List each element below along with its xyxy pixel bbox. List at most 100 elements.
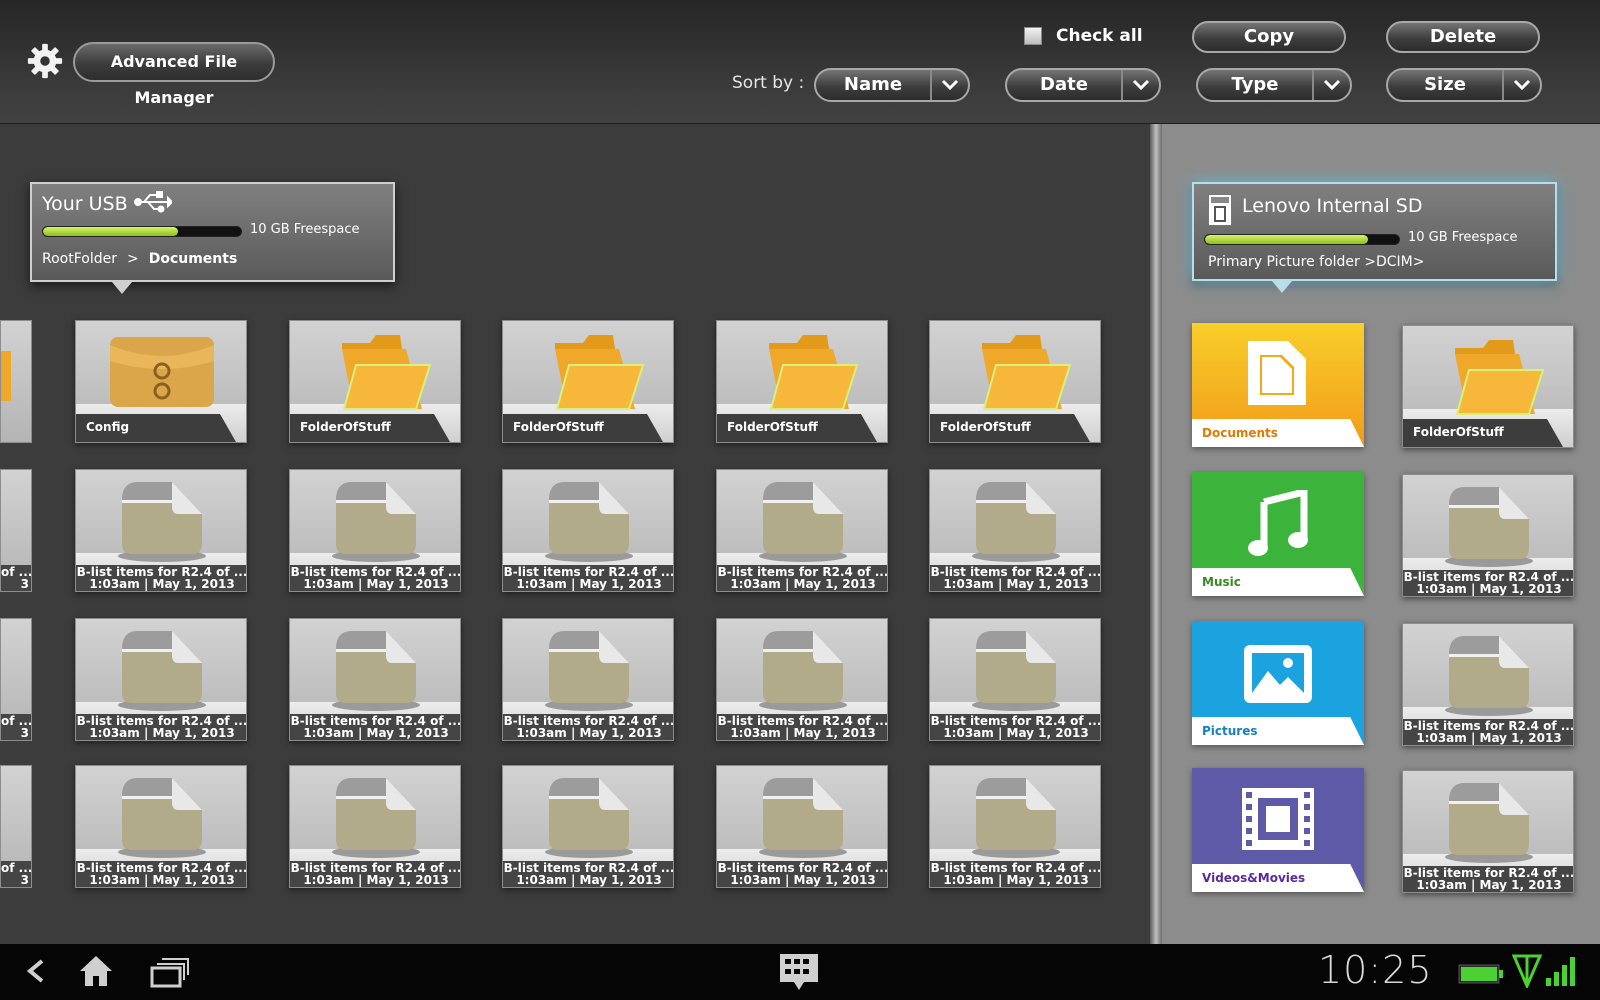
file-tile[interactable]: B-list items for R2.4 of ... 1:03am | May… (716, 765, 888, 888)
file-date: 1:03am | May 1, 2013 (943, 726, 1089, 740)
breadcrumb-current[interactable]: Documents (149, 251, 238, 267)
sort-name-label: Name (816, 70, 932, 100)
file-date: 1:03am | May 1, 2013 (516, 873, 662, 887)
file-tile[interactable]: B-list items for R2.4 of ... 1:03am | May… (289, 765, 461, 888)
document-file-icon (759, 482, 847, 562)
file-caption: B-list items for R2.4 of ... 1:03am | May… (503, 861, 673, 887)
file-tile[interactable]: B-list items for R2.4 of ... 1:03am | May… (1402, 770, 1574, 893)
partial-tile[interactable]: of ... 3 (0, 765, 32, 888)
file-date: 1:03am | May 1, 2013 (1416, 582, 1562, 596)
cell-signal-icon (1546, 957, 1575, 986)
category-tile-documents[interactable]: Documents (1192, 323, 1364, 447)
file-caption: B-list items for R2.4 of ... 1:03am | May… (1403, 719, 1573, 745)
folder-tile[interactable]: FolderOfStuff (502, 320, 674, 443)
file-tile[interactable]: B-list items for R2.4 of ... 1:03am | May… (75, 618, 247, 741)
partial-tile[interactable]: of ... 3 (0, 469, 32, 592)
app-title-button[interactable]: Advanced File Manager (73, 42, 275, 107)
folder-name: FolderOfStuff (1403, 419, 1563, 447)
chevron-down-icon[interactable] (1314, 70, 1350, 100)
document-file-icon (545, 778, 633, 858)
breadcrumb: RootFolder > Documents (42, 251, 237, 267)
category-tile-pictures[interactable]: Pictures (1192, 621, 1364, 745)
breadcrumb-root[interactable]: RootFolder (42, 251, 117, 267)
folder-tile[interactable]: Config (75, 320, 247, 443)
file-caption: B-list items for R2.4 of ... 1:03am | May… (717, 565, 887, 591)
file-tile[interactable]: B-list items for R2.4 of ... 1:03am | May… (716, 469, 888, 592)
picture-icon (1244, 645, 1312, 703)
file-tile[interactable]: B-list items for R2.4 of ... 1:03am | May… (289, 618, 461, 741)
folder-icon (342, 335, 432, 410)
app-drawer-icon[interactable] (776, 952, 822, 994)
file-date: 1:03am | May 1, 2013 (89, 577, 235, 591)
file-tile[interactable]: B-list items for R2.4 of ... 1:03am | May… (1402, 474, 1574, 597)
file-date: 1:03am | May 1, 2013 (516, 726, 662, 740)
folder-tile[interactable]: FolderOfStuff (289, 320, 461, 443)
file-tile[interactable]: B-list items for R2.4 of ... 1:03am | May… (929, 765, 1101, 888)
wifi-signal-icon (1512, 954, 1542, 988)
category-label: Documents (1192, 419, 1364, 447)
panel-divider[interactable] (1150, 124, 1162, 944)
document-file-icon (759, 778, 847, 858)
file-tile[interactable]: B-list items for R2.4 of ... 1:03am | May… (75, 469, 247, 592)
usb-icon (133, 191, 174, 213)
category-tile-videos-movies[interactable]: Videos&Movies (1192, 768, 1364, 892)
chevron-down-icon[interactable] (1123, 70, 1159, 100)
file-date: 1:03am | May 1, 2013 (730, 873, 876, 887)
partial-tile[interactable]: of ... 3 (0, 618, 32, 741)
file-date: 1:03am | May 1, 2013 (89, 873, 235, 887)
chevron-down-icon[interactable] (1504, 70, 1540, 100)
sort-size-label: Size (1388, 70, 1504, 100)
file-caption: B-list items for R2.4 of ... 1:03am | May… (930, 861, 1100, 887)
usb-storage-card[interactable]: Your USB 10 GB Freespace RootFolder > Docu… (30, 182, 395, 282)
file-tile[interactable]: B-list items for R2.4 of ... 1:03am | May… (1402, 623, 1574, 746)
folder-name: FolderOfStuff (717, 414, 877, 442)
sort-type-dropdown[interactable]: Type (1196, 68, 1352, 102)
folder-icon (1455, 340, 1545, 415)
category-tile-music[interactable]: Music (1192, 472, 1364, 596)
file-caption: B-list items for R2.4 of ... 1:03am | May… (76, 565, 246, 591)
copy-button[interactable]: Copy (1192, 21, 1346, 53)
usb-usage-bar (42, 226, 242, 237)
file-date: 1:03am | May 1, 2013 (303, 726, 449, 740)
file-tile[interactable]: B-list items for R2.4 of ... 1:03am | May… (716, 618, 888, 741)
recent-apps-icon[interactable] (150, 956, 190, 988)
music-note-icon (1248, 490, 1308, 556)
file-tile[interactable]: B-list items for R2.4 of ... 1:03am | May… (75, 765, 247, 888)
sd-storage-card[interactable]: Lenovo Internal SD 10 GB Freespace Prima… (1192, 182, 1557, 281)
file-caption: B-list items for R2.4 of ... 1:03am | May… (930, 565, 1100, 591)
check-all-toggle[interactable]: Check all (1024, 22, 1143, 50)
folder-name: FolderOfStuff (503, 414, 663, 442)
file-date: 1:03am | May 1, 2013 (1416, 731, 1562, 745)
file-tile[interactable]: B-list items for R2.4 of ... 1:03am | May… (929, 469, 1101, 592)
category-label: Music (1192, 568, 1364, 596)
file-caption: B-list items for R2.4 of ... 1:03am | May… (503, 714, 673, 740)
file-tile[interactable]: B-list items for R2.4 of ... 1:03am | May… (502, 765, 674, 888)
delete-button[interactable]: Delete (1386, 21, 1540, 53)
document-file-icon (545, 631, 633, 711)
file-tile[interactable]: B-list items for R2.4 of ... 1:03am | May… (502, 618, 674, 741)
category-label: Videos&Movies (1192, 864, 1364, 892)
file-tile[interactable]: B-list items for R2.4 of ... 1:03am | May… (502, 469, 674, 592)
partial-tile[interactable] (0, 320, 32, 443)
folder-tile[interactable]: FolderOfStuff (1402, 325, 1574, 448)
file-caption: B-list items for R2.4 of ... 1:03am | May… (76, 714, 246, 740)
home-icon[interactable] (78, 954, 114, 988)
back-icon[interactable] (22, 958, 48, 984)
file-date: 1:03am | May 1, 2013 (943, 873, 1089, 887)
sort-name-dropdown[interactable]: Name (814, 68, 970, 102)
file-tile[interactable]: B-list items for R2.4 of ... 1:03am | May… (929, 618, 1101, 741)
file-date: 1:03am | May 1, 2013 (516, 577, 662, 591)
folder-tile[interactable]: FolderOfStuff (929, 320, 1101, 443)
usb-freespace-label: 10 GB Freespace (250, 222, 360, 237)
sort-size-dropdown[interactable]: Size (1386, 68, 1542, 102)
settings-gear-icon[interactable] (26, 42, 64, 80)
sort-date-dropdown[interactable]: Date (1005, 68, 1161, 102)
file-tile[interactable]: B-list items for R2.4 of ... 1:03am | May… (289, 469, 461, 592)
chevron-down-icon[interactable] (932, 70, 968, 100)
document-file-icon (1445, 487, 1533, 567)
check-all-checkbox[interactable] (1024, 27, 1042, 45)
file-caption: B-list items for R2.4 of ... 1:03am | May… (717, 861, 887, 887)
folder-tile[interactable]: FolderOfStuff (716, 320, 888, 443)
file-caption: B-list items for R2.4 of ... 1:03am | May… (503, 565, 673, 591)
file-caption: B-list items for R2.4 of ... 1:03am | May… (717, 714, 887, 740)
